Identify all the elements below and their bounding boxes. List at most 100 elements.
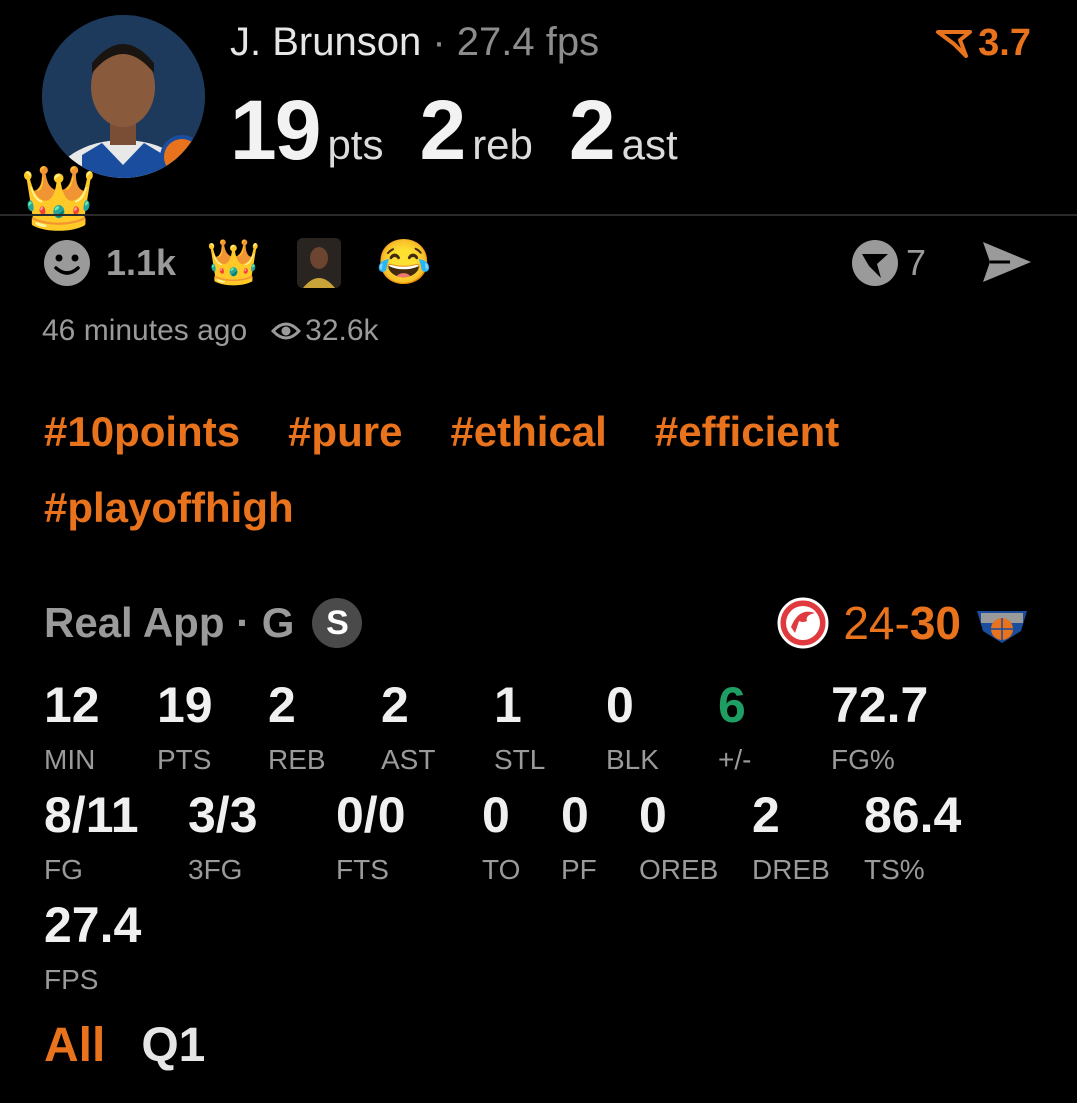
- app-label: Real App · G: [44, 599, 295, 646]
- stat-value: 2: [381, 677, 409, 733]
- stat-min: 12 MIN: [44, 680, 100, 776]
- stat-label: STL: [494, 744, 546, 775]
- assists-label: ast: [621, 121, 678, 168]
- score: 24-30: [843, 596, 961, 650]
- stat-stl: 1 STL: [494, 680, 545, 776]
- stat-label: BLK: [606, 744, 659, 775]
- comment-button[interactable]: 7: [850, 238, 926, 288]
- stat-value: 0: [561, 787, 589, 843]
- stat-line: 19 pts 2 reb 2 ast: [230, 82, 714, 179]
- score-right: 30: [909, 597, 961, 649]
- stat-value: 0: [482, 787, 510, 843]
- post-time: 46 minutes ago: [42, 314, 248, 347]
- hashtag[interactable]: #ethical: [450, 408, 606, 456]
- stat-ts-pct: 86.4 TS%: [864, 790, 961, 886]
- stat-fg: 8/11 FG: [44, 790, 139, 886]
- stat-label: REB: [268, 744, 326, 775]
- game-score[interactable]: 24-30: [777, 596, 1029, 650]
- rating-badge[interactable]: 3.7: [936, 22, 1031, 65]
- views-value: 32.6k: [305, 314, 379, 347]
- s-badge: S: [312, 598, 363, 648]
- stat-label: FG: [44, 854, 83, 885]
- stat-to: 0 TO: [482, 790, 520, 886]
- stat-value: 2: [752, 787, 780, 843]
- flag-icon: [936, 29, 973, 58]
- crown-icon: 👑: [20, 164, 98, 233]
- stat-label: FG%: [831, 744, 895, 775]
- header-divider: [0, 214, 1077, 216]
- stat-label: AST: [381, 744, 436, 775]
- stat-value: 1: [494, 677, 522, 733]
- view-count: 32.6k: [271, 314, 379, 348]
- knicks-logo: [977, 611, 1027, 643]
- hashtag[interactable]: #playoffhigh: [44, 484, 294, 532]
- stat-dreb: 2 DREB: [752, 790, 830, 886]
- stat-value: 86.4: [864, 787, 962, 843]
- points-label: pts: [327, 121, 384, 168]
- game-info: Real App · G S: [44, 598, 363, 648]
- stat-label: 3FG: [188, 854, 243, 885]
- send-icon: [983, 242, 1031, 282]
- stat-pts: 19 PTS: [157, 680, 213, 776]
- player-name-line[interactable]: J. Brunson · 27.4 fps: [230, 20, 599, 65]
- stat-blk: 0 BLK: [606, 680, 659, 776]
- stat-label: OREB: [639, 854, 719, 885]
- player-name: J. Brunson: [230, 20, 422, 64]
- stat-label: +/-: [718, 744, 752, 775]
- stat-label: MIN: [44, 744, 96, 775]
- stat-value: 3/3: [188, 787, 258, 843]
- send-button[interactable]: [980, 238, 1034, 291]
- hashtag[interactable]: #pure: [288, 408, 402, 456]
- stat-label: DREB: [752, 854, 830, 885]
- stat-value: 8/11: [44, 787, 139, 843]
- stat-label: FTS: [336, 854, 389, 885]
- post-meta: 46 minutes ago 32.6k: [42, 314, 379, 348]
- period-tabs: All Q1: [44, 1018, 205, 1073]
- stat-label: TS%: [864, 854, 925, 885]
- stat-ast: 2 AST: [381, 680, 435, 776]
- stat-value: 0/0: [336, 787, 406, 843]
- rebounds-label: reb: [472, 121, 533, 168]
- stat-value: 6: [718, 677, 746, 733]
- stat-pf: 0 PF: [561, 790, 597, 886]
- stat-value: 27.4: [44, 897, 142, 953]
- crown-reaction-icon[interactable]: 👑: [206, 241, 261, 285]
- hawks-logo: [777, 597, 829, 649]
- player-avatar[interactable]: [42, 15, 205, 178]
- tab-q1[interactable]: Q1: [141, 1018, 205, 1073]
- tab-all[interactable]: All: [44, 1018, 105, 1073]
- score-left: 24-: [843, 597, 910, 649]
- stat-fps: 27.4 FPS: [44, 900, 141, 996]
- player-reaction-icon[interactable]: [296, 238, 341, 288]
- hashtag-list: #10points #pure #ethical #efficient #pla…: [44, 408, 1034, 532]
- player-fps: 27.4 fps: [456, 20, 600, 64]
- stat-plus-minus: 6 +/-: [718, 680, 751, 776]
- name-separator: ·: [432, 20, 446, 64]
- stat-value: 12: [44, 677, 100, 733]
- rating-value: 3.7: [978, 22, 1031, 64]
- laughing-reaction-icon[interactable]: 😂: [377, 241, 432, 285]
- reaction-count[interactable]: 1.1k: [106, 242, 176, 284]
- reactions-row: 1.1k 👑 😂: [42, 238, 454, 288]
- stat-value: 2: [268, 677, 296, 733]
- stat-fg-pct: 72.7 FG%: [831, 680, 928, 776]
- stat-value: 72.7: [831, 677, 929, 733]
- stat-label: PF: [561, 854, 597, 885]
- assists-value: 2: [568, 83, 616, 177]
- stat-value: 19: [157, 677, 213, 733]
- stat-reb: 2 REB: [268, 680, 326, 776]
- comment-icon: [852, 240, 898, 286]
- smiley-icon[interactable]: [42, 238, 92, 288]
- rebounds-value: 2: [419, 83, 466, 177]
- stat-3fg: 3/3 3FG: [188, 790, 258, 886]
- hashtag[interactable]: #efficient: [655, 408, 839, 456]
- stat-oreb: 0 OREB: [639, 790, 718, 886]
- stat-value: 0: [639, 787, 667, 843]
- points-value: 19: [230, 83, 321, 177]
- stat-fts: 0/0 FTS: [336, 790, 406, 886]
- stat-label: TO: [482, 854, 521, 885]
- hashtag[interactable]: #10points: [44, 408, 240, 456]
- stat-label: FPS: [44, 964, 99, 995]
- stat-value: 0: [606, 677, 634, 733]
- stat-label: PTS: [157, 744, 212, 775]
